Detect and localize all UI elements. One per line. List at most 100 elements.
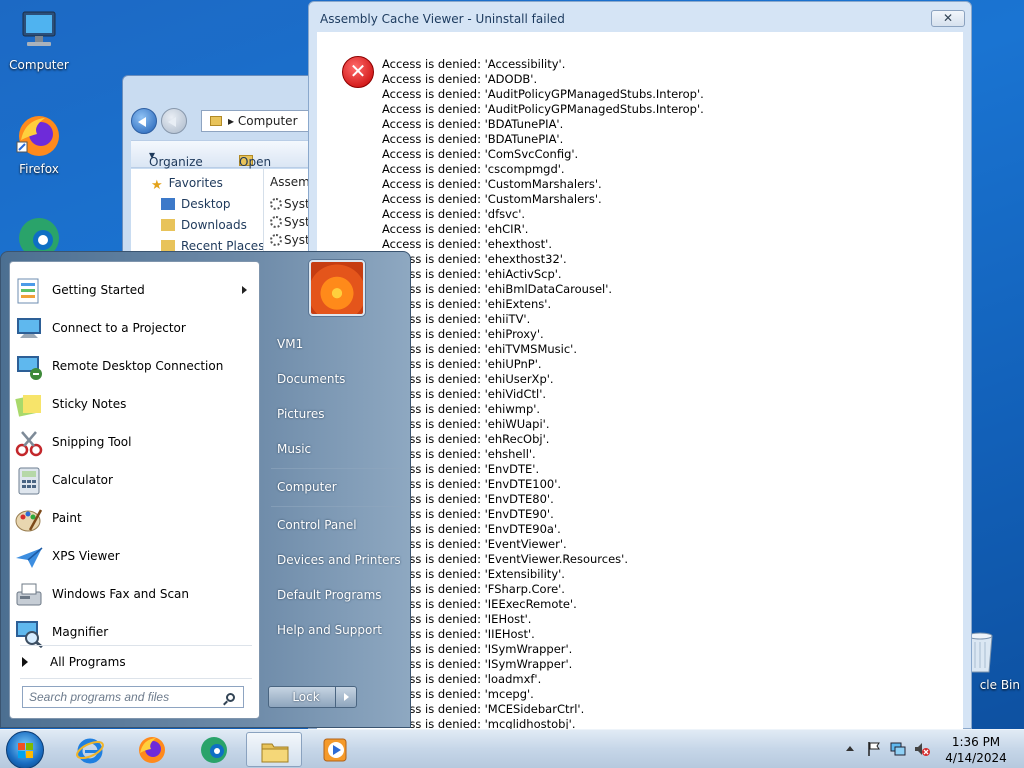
program-remote-desktop[interactable]: Remote Desktop Connection [10,348,259,386]
separator [20,645,252,646]
lock-button[interactable]: Lock [268,686,344,708]
nav-favorites[interactable]: ★ Favorites [151,176,223,193]
network-icon[interactable] [890,741,906,757]
chevron-right-icon [344,693,349,701]
remote-desktop-icon [14,352,44,382]
start-item-documents[interactable]: Documents [277,372,345,386]
all-programs-button[interactable]: All Programs [10,649,259,675]
program-xps-viewer[interactable]: XPS Viewer [10,538,259,576]
program-sticky-notes[interactable]: Sticky Notes [10,386,259,424]
taskbar-windows-explorer[interactable] [246,732,302,767]
start-item-devices-printers[interactable]: Devices and Printers [277,553,401,567]
error-message: Access is denied: 'ehCIR'. [382,222,529,236]
forward-arrow-icon [168,117,176,127]
firefox-icon [15,112,63,160]
error-message: Access is denied: 'ehiBmlDataCarousel'. [382,282,613,296]
explorer-icon [260,736,290,766]
organize-button[interactable]: Organize ▾ [149,148,203,169]
shutdown-options-button[interactable] [335,686,357,708]
taskbar-media-player[interactable] [308,732,364,767]
program-label: Calculator [52,473,113,487]
error-message: Access is denied: 'AuditPolicyGPManagedS… [382,87,704,101]
media-player-icon [321,735,351,765]
error-message: Access is denied: 'ComSvcConfig'. [382,147,579,161]
projector-icon [14,314,44,344]
search-input[interactable] [22,686,244,708]
error-message: Access is denied: 'ehiwmp'. [382,402,541,416]
snipping-tool-icon [14,428,44,458]
error-message: Access is denied: 'FSharp.Core'. [382,582,565,596]
explorer-window[interactable]: ▸ Computer Organize ▾ Open ★ Favorites De… [122,75,322,275]
forward-button[interactable] [161,108,187,134]
ie-icon [75,735,105,765]
start-item-control-panel[interactable]: Control Panel [277,518,357,532]
show-hidden-icons-button[interactable] [846,746,854,751]
error-message: Access is denied: 'Extensibility'. [382,567,565,581]
all-programs-arrow-icon [22,657,28,667]
fax-scan-icon [14,580,44,610]
error-message: Access is denied: 'EnvDTE80'. [382,492,554,506]
address-separator: ▸ [228,114,238,128]
explorer-toolbar: Organize ▾ Open [131,140,321,169]
action-center-flag-icon[interactable] [866,741,882,757]
nav-downloads[interactable]: Downloads [161,218,247,232]
desktop-icon-label: Computer [9,58,69,72]
program-label: Getting Started [52,283,145,297]
error-message: Access is denied: 'ehiTVMSMusic'. [382,342,578,356]
error-message: Access is denied: 'ISymWrapper'. [382,642,573,656]
program-calculator[interactable]: Calculator [10,462,259,500]
volume-muted-icon[interactable] [914,741,930,757]
error-message: Access is denied: 'EventViewer'. [382,537,567,551]
user-picture[interactable] [309,260,365,316]
search-icon[interactable] [226,693,235,702]
program-snipping-tool[interactable]: Snipping Tool [10,424,259,462]
nav-label: Favorites [168,176,223,190]
downloads-icon [161,219,175,231]
error-message: Access is denied: 'ehiProxy'. [382,327,544,341]
clock-time: 1:36 PM [951,735,1001,749]
program-label: Windows Fax and Scan [52,587,190,601]
taskbar-edge[interactable] [186,732,242,767]
program-label: Remote Desktop Connection [52,359,224,373]
start-item-help-support[interactable]: Help and Support [277,623,382,637]
error-message: Access is denied: 'ehshell'. [382,447,536,461]
computer-icon [15,8,63,56]
error-message: Access is denied: 'ehiWUapi'. [382,417,550,431]
program-magnifier[interactable]: Magnifier [10,614,259,652]
program-fax-scan[interactable]: Windows Fax and Scan [10,576,259,614]
close-icon: ✕ [942,11,954,25]
desktop-icon-computer[interactable]: Computer [1,8,77,72]
error-icon: ✕ [342,56,374,88]
error-message-list: Access is denied: 'Accessibility'. Access… [382,57,704,732]
nav-desktop[interactable]: Desktop [161,197,231,211]
start-item-computer[interactable]: Computer [277,480,337,494]
back-button[interactable] [131,108,157,134]
program-label: Connect to a Projector [52,321,186,335]
start-item-music[interactable]: Music [277,442,311,456]
start-item-vm1[interactable]: VM1 [277,337,303,351]
dialog-title: Assembly Cache Viewer - Uninstall failed [320,12,565,26]
address-bar[interactable]: ▸ Computer [201,110,321,132]
program-label: Paint [52,511,82,525]
error-message: Access is denied: 'cscompmgd'. [382,162,565,176]
error-message: Access is denied: 'EnvDTE100'. [382,477,562,491]
error-message: Access is denied: 'CustomMarshalers'. [382,192,602,206]
error-message: Access is denied: 'ehiActivScp'. [382,267,562,281]
system-clock[interactable]: 1:36 PM 4/14/2024 [938,734,1014,766]
error-message: Access is denied: 'ehiUserXp'. [382,372,554,386]
desktop-icon-firefox[interactable]: Firefox [1,112,77,176]
program-connect-to-projector[interactable]: Connect to a Projector [10,310,259,348]
open-label: Open [239,155,272,169]
program-paint[interactable]: Paint [10,500,259,538]
start-item-default-programs[interactable]: Default Programs [277,588,382,602]
star-icon: ★ [151,178,163,193]
program-getting-started[interactable]: Getting Started [10,272,259,310]
error-message: Access is denied: 'IEHost'. [382,612,532,626]
nav-label: Desktop [181,197,231,211]
start-button[interactable] [6,731,44,768]
taskbar-internet-explorer[interactable] [62,732,118,767]
assembly-icon [270,234,282,246]
start-item-pictures[interactable]: Pictures [277,407,325,421]
close-button[interactable]: ✕ [931,10,965,27]
taskbar-firefox[interactable] [124,732,180,767]
